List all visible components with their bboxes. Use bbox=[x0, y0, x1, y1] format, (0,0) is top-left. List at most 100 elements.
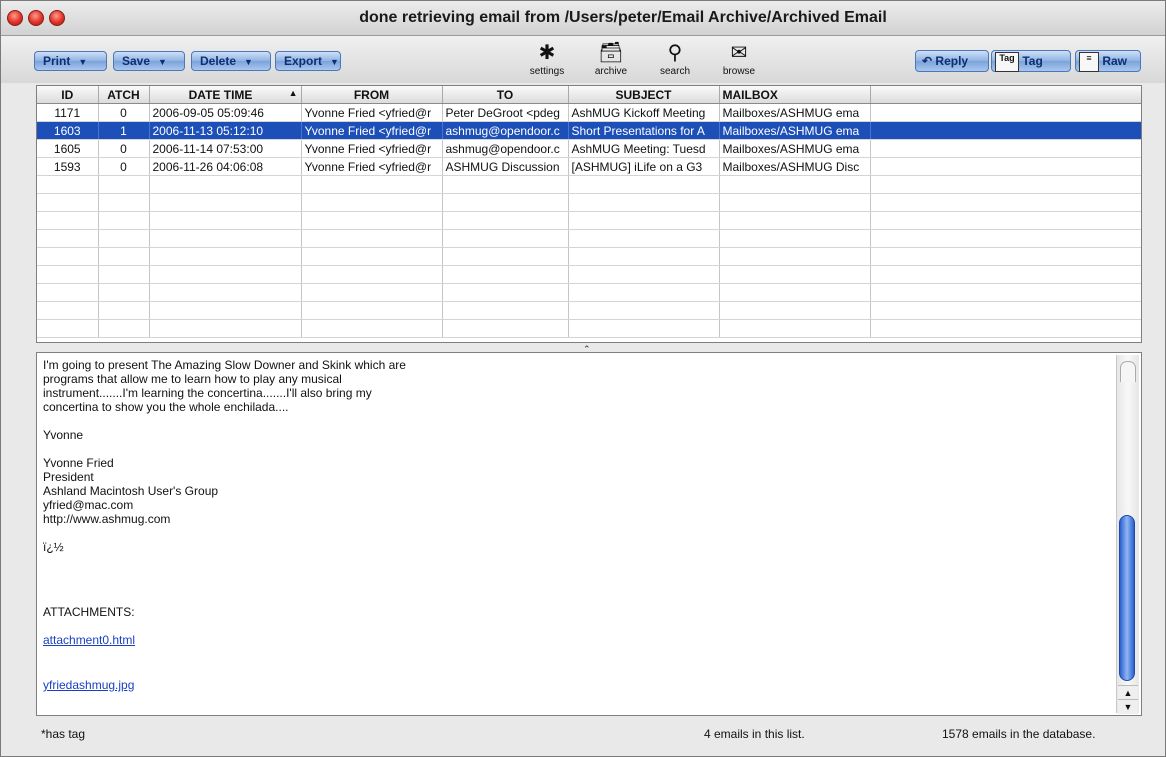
empty-cell bbox=[149, 319, 302, 338]
cell-id: 1603 bbox=[37, 121, 99, 140]
empty-cell bbox=[719, 319, 871, 338]
empty-cell bbox=[568, 229, 720, 248]
cell-empty bbox=[870, 157, 1141, 176]
empty-cell bbox=[149, 247, 302, 266]
date-time-label: DATE TIME bbox=[188, 87, 253, 102]
empty-cell bbox=[442, 265, 569, 284]
cell-from: Yvonne Fried <yfried@r bbox=[301, 121, 443, 140]
empty-cell bbox=[98, 301, 150, 320]
empty-cell bbox=[442, 247, 569, 266]
message-list: ID ATCH DATE TIME ▲ FROM TO SUBJECT MAILB… bbox=[36, 85, 1142, 343]
empty-cell bbox=[719, 247, 871, 266]
settings-button[interactable]: ✱ settings bbox=[521, 40, 573, 80]
raw-button[interactable]: ≡ Raw bbox=[1075, 50, 1141, 72]
column-header-subject[interactable]: SUBJECT bbox=[568, 86, 720, 104]
column-header-atch[interactable]: ATCH bbox=[98, 86, 150, 104]
empty-cell bbox=[568, 247, 720, 266]
empty-cell bbox=[98, 175, 150, 194]
cell-date: 2006-09-05 05:09:46 bbox=[149, 103, 302, 122]
chevron-down-icon: ▼ bbox=[158, 57, 167, 67]
delete-menu-button[interactable]: Delete ▼ bbox=[191, 51, 271, 71]
cell-to: ASHMUG Discussion bbox=[442, 157, 569, 176]
cell-empty bbox=[870, 121, 1141, 140]
attachment-link-jpg[interactable]: yfriedashmug.jpg bbox=[43, 678, 134, 692]
empty-cell bbox=[301, 193, 443, 212]
empty-cell bbox=[37, 247, 99, 266]
cell-to: ashmug@opendoor.c bbox=[442, 121, 569, 140]
cell-subject: AshMUG Meeting: Tuesd bbox=[568, 139, 720, 158]
table-row[interactable]: 1605 0 2006-11-14 07:53:00 Yvonne Fried <yf… bbox=[37, 139, 1141, 158]
cell-id: 1171 bbox=[37, 103, 99, 122]
toolbar: Print ▼ Save ▼ Delete ▼ Export ▼ ✱ settings … bbox=[1, 36, 1165, 83]
archive-button[interactable]: 🗃 archive bbox=[585, 40, 637, 80]
table-row[interactable]: 1171 0 2006-09-05 05:09:46 Yvonne Fried <yf… bbox=[37, 103, 1141, 122]
table-header-row: ID ATCH DATE TIME ▲ FROM TO SUBJECT MAILB… bbox=[37, 86, 1141, 104]
table-row[interactable]: 1603 1 2006-11-13 05:12:10 Yvonne Fried <yf… bbox=[37, 121, 1141, 140]
cell-from: Yvonne Fried <yfried@r bbox=[301, 103, 443, 122]
archive-label: archive bbox=[594, 66, 628, 77]
column-header-empty bbox=[870, 86, 1141, 104]
empty-cell bbox=[149, 229, 302, 248]
scroll-track-cap bbox=[1120, 361, 1136, 382]
empty-cell bbox=[98, 319, 150, 338]
empty-cell bbox=[37, 229, 99, 248]
export-menu-button[interactable]: Export ▼ bbox=[275, 51, 341, 71]
empty-cell bbox=[719, 301, 871, 320]
tag-button[interactable]: Tag Tag bbox=[991, 50, 1071, 72]
empty-cell bbox=[37, 193, 99, 212]
preview-scrollbar[interactable]: ▲ ▼ bbox=[1116, 355, 1139, 714]
empty-cell bbox=[98, 193, 150, 212]
empty-cell bbox=[568, 283, 720, 302]
envelope-stack-icon: ✉ bbox=[730, 42, 748, 64]
empty-table-row bbox=[37, 193, 1141, 212]
empty-cell bbox=[719, 229, 871, 248]
reply-button[interactable]: ↶ Reply bbox=[915, 50, 989, 72]
empty-cell bbox=[301, 175, 443, 194]
empty-cell bbox=[37, 265, 99, 284]
empty-table-row bbox=[37, 301, 1141, 320]
scroll-up-arrow-icon[interactable]: ▲ bbox=[1118, 685, 1138, 700]
column-header-to[interactable]: TO bbox=[442, 86, 569, 104]
cell-empty bbox=[870, 103, 1141, 122]
empty-cell bbox=[442, 211, 569, 230]
empty-cell bbox=[870, 301, 1141, 320]
reply-label: Reply bbox=[935, 54, 969, 68]
search-button[interactable]: ⚲ search bbox=[649, 40, 701, 80]
empty-cell bbox=[37, 301, 99, 320]
column-header-id[interactable]: ID bbox=[37, 86, 99, 104]
column-header-date-time[interactable]: DATE TIME ▲ bbox=[149, 86, 302, 104]
export-label: Export bbox=[284, 54, 323, 68]
chevron-down-icon: ▼ bbox=[244, 57, 253, 67]
empty-cell bbox=[98, 283, 150, 302]
print-menu-button[interactable]: Print ▼ bbox=[34, 51, 107, 71]
settings-label: settings bbox=[529, 66, 565, 77]
browse-button[interactable]: ✉ browse bbox=[713, 40, 765, 80]
empty-cell bbox=[98, 211, 150, 230]
cell-from: Yvonne Fried <yfried@r bbox=[301, 139, 443, 158]
empty-cell bbox=[568, 301, 720, 320]
raw-label: Raw bbox=[1102, 54, 1128, 68]
scroll-thumb[interactable] bbox=[1119, 515, 1135, 681]
empty-table-row bbox=[37, 211, 1141, 230]
empty-cell bbox=[719, 175, 871, 194]
empty-cell bbox=[301, 265, 443, 284]
chevron-down-icon: ▼ bbox=[78, 57, 88, 67]
column-header-from[interactable]: FROM bbox=[301, 86, 443, 104]
attachments-label: ATTACHMENTS: bbox=[43, 605, 135, 619]
print-label: Print bbox=[43, 54, 71, 68]
empty-cell bbox=[37, 319, 99, 338]
table-row[interactable]: 1593 0 2006-11-26 04:06:08 Yvonne Fried <yf… bbox=[37, 157, 1141, 176]
cell-date: 2006-11-14 07:53:00 bbox=[149, 139, 302, 158]
empty-cell bbox=[442, 319, 569, 338]
status-list-count: 4 emails in this list. bbox=[704, 727, 805, 741]
save-menu-button[interactable]: Save ▼ bbox=[113, 51, 185, 71]
message-rows: 1171 0 2006-09-05 05:09:46 Yvonne Fried <yf… bbox=[37, 103, 1141, 338]
empty-cell bbox=[870, 283, 1141, 302]
empty-table-row bbox=[37, 319, 1141, 338]
empty-cell bbox=[870, 319, 1141, 338]
attachment-link-html[interactable]: attachment0.html bbox=[43, 633, 135, 647]
scroll-down-arrow-icon[interactable]: ▼ bbox=[1118, 699, 1138, 714]
cell-atch: 0 bbox=[98, 157, 150, 176]
empty-cell bbox=[37, 175, 99, 194]
column-header-mailbox[interactable]: MAILBOX bbox=[719, 86, 871, 104]
